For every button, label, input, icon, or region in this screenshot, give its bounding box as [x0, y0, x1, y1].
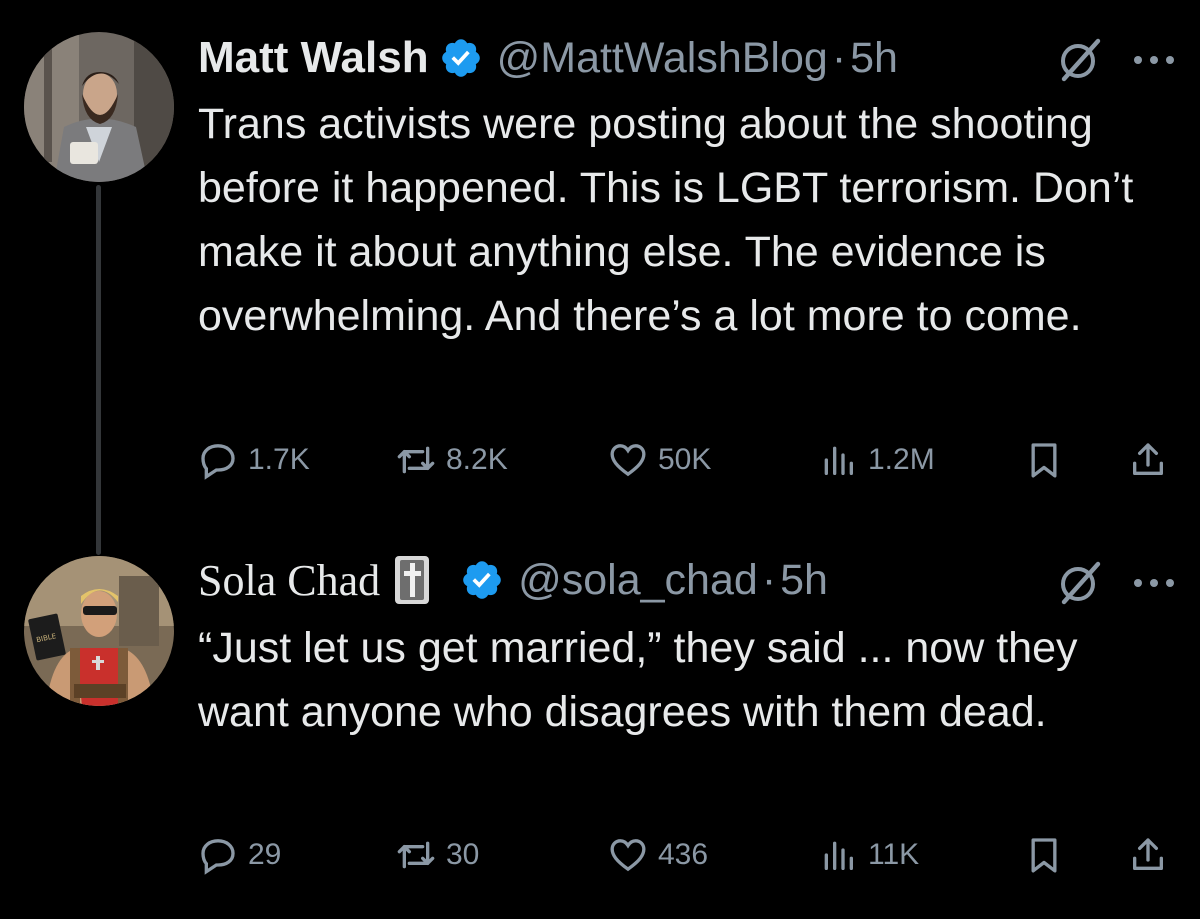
tweet-text: “Just let us get married,” they said ...…: [198, 624, 1078, 736]
author-handle[interactable]: @MattWalshBlog: [497, 34, 828, 83]
bookmark-button[interactable]: [1024, 835, 1064, 875]
thread-connector-line: [96, 185, 101, 555]
repost-count: 8.2K: [446, 443, 508, 476]
separator-dot: ·: [831, 33, 847, 82]
repost-count: 30: [446, 838, 480, 871]
more-icon[interactable]: [1130, 50, 1178, 70]
share-button[interactable]: [1128, 440, 1168, 480]
repost-button[interactable]: 30: [396, 835, 479, 875]
separator-dot: ·: [761, 555, 777, 604]
like-count: 436: [658, 838, 709, 871]
like-icon: [610, 839, 646, 872]
like-button[interactable]: 50K: [608, 440, 711, 480]
verified-badge-icon: [439, 36, 483, 80]
author-name[interactable]: Matt Walsh: [198, 33, 429, 83]
tweet-text: Trans activists were posting about the s…: [198, 100, 1134, 340]
share-icon: [1133, 443, 1163, 475]
like-icon: [610, 444, 646, 477]
bookmark-icon: [1031, 443, 1057, 478]
avatar-image: [24, 32, 174, 182]
bookmark-button[interactable]: [1024, 440, 1064, 480]
share-icon: [1133, 838, 1163, 870]
action-bar: 1.7K 8.2K 50K 1.2M: [198, 440, 1178, 490]
grok-icon[interactable]: [1056, 558, 1104, 606]
reply-count: 29: [248, 838, 282, 871]
avatar-image: BIBLE: [24, 556, 174, 706]
reply-button[interactable]: 29: [198, 835, 281, 875]
timestamp[interactable]: 5h: [780, 556, 828, 605]
reply-count: 1.7K: [248, 443, 310, 476]
author-handle[interactable]: @sola_chad: [518, 556, 758, 605]
tweet-header: Matt Walsh @MattWalshBlog · 5h: [198, 30, 898, 86]
repost-button[interactable]: 8.2K: [396, 440, 508, 480]
views-icon: [824, 841, 853, 870]
action-bar: 29 30 436 11K: [198, 835, 1178, 885]
reply-icon: [201, 444, 235, 480]
repost-icon: [397, 841, 435, 869]
more-icon[interactable]: [1130, 573, 1178, 593]
bookmark-icon: [1031, 838, 1057, 873]
views-count: 11K: [868, 838, 920, 871]
views-button[interactable]: 11K: [818, 835, 919, 875]
views-button[interactable]: 1.2M: [818, 440, 935, 480]
repost-icon: [397, 446, 435, 474]
reply-icon: [201, 839, 235, 875]
reply-button[interactable]: 1.7K: [198, 440, 310, 480]
author-name[interactable]: Sola Chad: [198, 555, 380, 606]
views-icon: [824, 446, 853, 475]
like-count: 50K: [658, 443, 712, 476]
avatar-sola-chad[interactable]: BIBLE: [24, 556, 174, 706]
like-button[interactable]: 436: [608, 835, 708, 875]
cross-emoji-icon: [394, 555, 430, 605]
views-count: 1.2M: [868, 443, 935, 476]
tweet-header: Sola Chad @sola_chad · 5h: [198, 552, 828, 608]
verified-badge-icon: [460, 558, 504, 602]
avatar-matt-walsh[interactable]: [24, 32, 174, 182]
timestamp[interactable]: 5h: [850, 34, 898, 83]
share-button[interactable]: [1128, 835, 1168, 875]
grok-icon[interactable]: [1056, 35, 1104, 83]
